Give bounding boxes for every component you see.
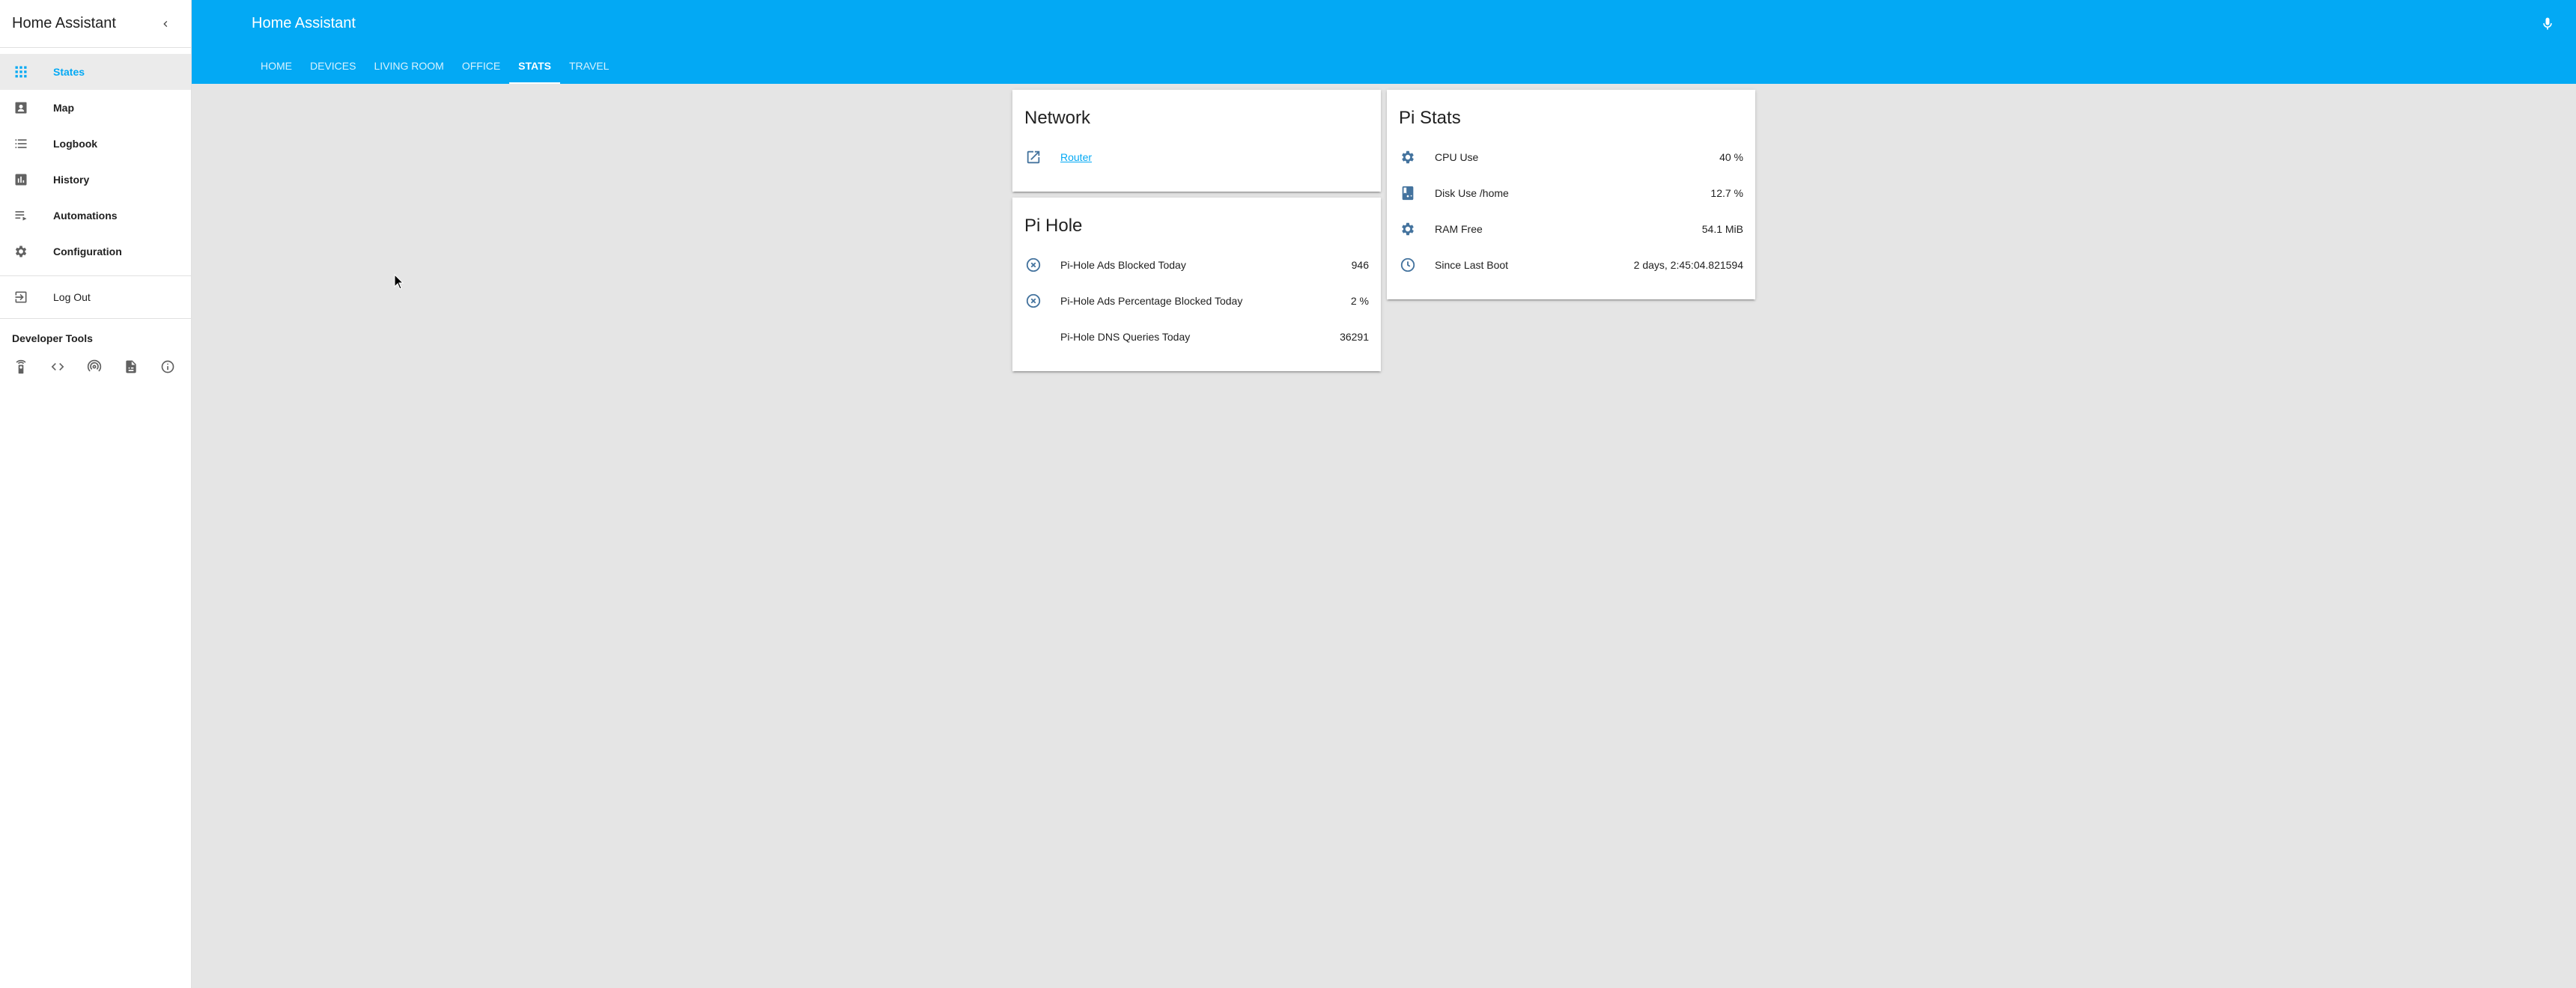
entity-name: Disk Use /home [1435, 187, 1509, 199]
tab-home[interactable]: HOME [252, 48, 301, 84]
entity-name: RAM Free [1435, 223, 1483, 235]
microphone-icon[interactable] [2539, 15, 2557, 33]
map-icon [12, 99, 30, 117]
sidebar-divider [0, 275, 191, 276]
sidebar-item-label: Automations [53, 210, 118, 222]
page-title: Home Assistant [252, 15, 356, 31]
entity-name: CPU Use [1435, 151, 1479, 163]
pistats-card: Pi Stats CPU Use 40 % Disk Use /home 12.… [1387, 90, 1755, 299]
entity-state: 12.7 % [1710, 187, 1743, 199]
network-card: Network Router [1012, 90, 1381, 192]
grid-icon [12, 63, 30, 81]
app-toolbar: Home Assistant HOME DEVICES LIVING ROOM … [192, 0, 2576, 84]
clock-icon [1393, 250, 1423, 280]
tab-devices[interactable]: DEVICES [301, 48, 365, 84]
info-icon[interactable] [159, 358, 177, 376]
entity-row[interactable]: Pi-Hole Ads Blocked Today 946 [1012, 247, 1381, 283]
entity-name: Pi-Hole Ads Percentage Blocked Today [1060, 295, 1243, 307]
automations-icon [12, 207, 30, 225]
tab-living-room[interactable]: LIVING ROOM [365, 48, 452, 84]
sidebar-item-label: States [53, 66, 85, 78]
card-title: Network [1024, 108, 1091, 128]
logbook-icon [12, 135, 30, 153]
sidebar-item-states[interactable]: States [0, 54, 191, 90]
gear-icon [12, 243, 30, 260]
entity-name: Pi-Hole Ads Blocked Today [1060, 259, 1186, 271]
entity-state: 2 % [1350, 295, 1369, 307]
sidebar-item-logout[interactable]: Log Out [0, 279, 191, 315]
entity-row: Router [1012, 139, 1381, 175]
entity-row[interactable]: Pi-Hole Ads Percentage Blocked Today 2 % [1012, 283, 1381, 319]
sidebar-item-configuration[interactable]: Configuration [0, 234, 191, 269]
close-circle-icon [1018, 250, 1048, 280]
code-icon[interactable] [49, 358, 67, 376]
broadcast-icon[interactable] [85, 358, 103, 376]
cpu-icon [1393, 142, 1423, 172]
mouse-cursor-icon [394, 274, 404, 290]
logout-label: Log Out [53, 291, 91, 303]
card-title: Pi Hole [1024, 216, 1083, 236]
entity-name: Since Last Boot [1435, 259, 1509, 271]
memory-icon [1393, 214, 1423, 244]
close-circle-icon [1018, 286, 1048, 316]
remote-icon[interactable] [12, 358, 30, 376]
tab-office[interactable]: OFFICE [453, 48, 509, 84]
sidebar-item-label: Map [53, 102, 74, 114]
open-in-new-icon [1018, 142, 1048, 172]
harddisk-icon [1393, 178, 1423, 208]
sidebar-item-map[interactable]: Map [0, 90, 191, 126]
pihole-card: Pi Hole Pi-Hole Ads Blocked Today 946 Pi… [1012, 198, 1381, 371]
sidebar-item-label: Configuration [53, 246, 122, 257]
sidebar-item-label: Logbook [53, 138, 98, 150]
chevron-left-icon[interactable] [157, 15, 174, 33]
sidebar: Home Assistant States Map Logbook Histor… [0, 0, 192, 988]
entity-row[interactable]: Disk Use /home 12.7 % [1387, 175, 1755, 211]
sidebar-item-logbook[interactable]: Logbook [0, 126, 191, 162]
entity-row[interactable]: RAM Free 54.1 MiB [1387, 211, 1755, 247]
developer-tools-title: Developer Tools [12, 332, 93, 344]
tab-travel[interactable]: TRAVEL [560, 48, 618, 84]
entity-row[interactable]: Pi-Hole DNS Queries Today 36291 [1012, 319, 1381, 355]
developer-tools-icons [0, 358, 191, 376]
sidebar-title: Home Assistant [12, 15, 116, 31]
sidebar-header: Home Assistant [0, 0, 191, 48]
entity-state: 946 [1351, 259, 1369, 271]
sidebar-divider [0, 318, 191, 319]
template-icon[interactable] [122, 358, 140, 376]
entity-state: 40 % [1719, 151, 1743, 163]
sidebar-item-automations[interactable]: Automations [0, 198, 191, 234]
view-tabs: HOME DEVICES LIVING ROOM OFFICE STATS TR… [252, 48, 618, 84]
card-title: Pi Stats [1399, 108, 1461, 128]
entity-row[interactable]: CPU Use 40 % [1387, 139, 1755, 175]
entity-name: Pi-Hole DNS Queries Today [1060, 331, 1191, 343]
sidebar-item-label: History [53, 174, 90, 186]
router-link[interactable]: Router [1060, 151, 1092, 163]
sidebar-item-history[interactable]: History [0, 162, 191, 198]
entity-state: 54.1 MiB [1701, 223, 1743, 235]
history-icon [12, 171, 30, 189]
entity-state: 2 days, 2:45:04.821594 [1633, 259, 1743, 271]
entity-state: 36291 [1340, 331, 1369, 343]
logout-icon [12, 288, 30, 306]
entity-row[interactable]: Since Last Boot 2 days, 2:45:04.821594 [1387, 247, 1755, 283]
tab-stats[interactable]: STATS [509, 48, 560, 84]
blank-icon [1018, 322, 1048, 352]
